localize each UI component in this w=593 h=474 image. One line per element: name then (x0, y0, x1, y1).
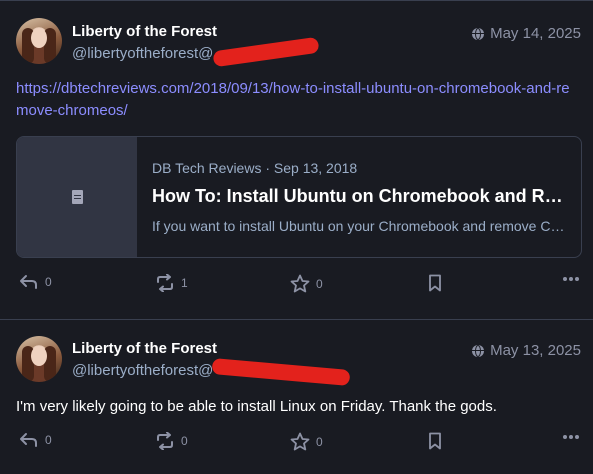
reply-count: 0 (45, 433, 52, 447)
boost-button[interactable]: 0 (155, 432, 188, 450)
more-icon (563, 277, 579, 281)
more-icon (563, 435, 579, 439)
post-date[interactable]: May 13, 2025 (472, 342, 581, 359)
post-date-text: May 14, 2025 (490, 25, 581, 42)
account-handle[interactable]: @libertyoftheforest@ (72, 45, 213, 62)
star-icon (290, 274, 310, 293)
boost-count: 0 (181, 434, 188, 448)
avatar[interactable] (16, 336, 62, 382)
link-card-meta: DB Tech Reviews · Sep 13, 2018 (152, 160, 358, 176)
display-name[interactable]: Liberty of the Forest (72, 23, 217, 40)
reply-button[interactable]: 0 (19, 432, 52, 448)
more-options-button[interactable] (562, 434, 580, 440)
redaction-mark (212, 36, 320, 68)
favourite-button[interactable]: 0 (290, 274, 323, 293)
bookmark-button[interactable] (428, 432, 442, 450)
reply-icon (20, 433, 37, 447)
link-card-description: If you want to install Ubuntu on your Ch… (152, 218, 567, 234)
boost-icon (157, 274, 173, 292)
boost-button[interactable]: 1 (155, 274, 188, 292)
boost-icon (157, 432, 173, 450)
globe-icon (472, 27, 485, 40)
more-options-button[interactable] (562, 276, 580, 282)
action-bar: 0 1 0 (0, 274, 593, 298)
reply-count: 0 (45, 275, 52, 289)
redaction-mark (211, 358, 351, 386)
boost-count: 1 (181, 276, 188, 290)
star-icon (290, 432, 310, 451)
favourite-count: 0 (316, 434, 323, 449)
favourite-count: 0 (316, 276, 323, 291)
bookmark-icon (429, 274, 441, 292)
reply-button[interactable]: 0 (19, 274, 52, 290)
post-date-text: May 13, 2025 (490, 342, 581, 359)
display-name[interactable]: Liberty of the Forest (72, 340, 217, 357)
status-post[interactable]: Liberty of the Forest @libertyofthefores… (0, 0, 593, 320)
bookmark-button[interactable] (428, 274, 442, 292)
bookmark-icon (429, 432, 441, 450)
action-bar: 0 0 0 (0, 432, 593, 456)
favourite-button[interactable]: 0 (290, 432, 323, 451)
post-date[interactable]: May 14, 2025 (472, 25, 581, 42)
link-card-thumbnail (17, 137, 137, 257)
post-text: I'm very likely going to be able to inst… (16, 398, 497, 415)
link-card-title: How To: Install Ubuntu on Chromebook and… (152, 186, 567, 206)
avatar-face (31, 346, 47, 366)
account-handle[interactable]: @libertyoftheforest@ (72, 362, 213, 379)
globe-icon (472, 344, 485, 357)
reply-icon (20, 275, 37, 289)
document-icon (71, 190, 83, 204)
avatar-face (31, 28, 47, 48)
avatar[interactable] (16, 18, 62, 64)
post-link[interactable]: https://dbtechreviews.com/2018/09/13/how… (16, 78, 576, 122)
link-preview-card[interactable]: DB Tech Reviews · Sep 13, 2018 How To: I… (16, 136, 582, 258)
